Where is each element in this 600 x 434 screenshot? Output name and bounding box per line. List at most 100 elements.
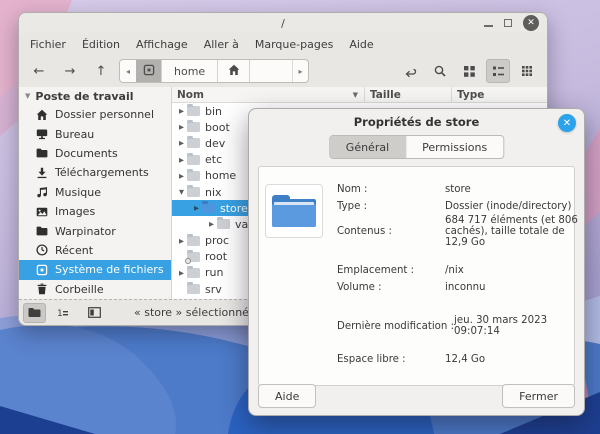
sidebar-item-telechargements[interactable]: Téléchargements <box>19 163 171 182</box>
sidebar-item-recent[interactable]: Récent <box>19 241 171 260</box>
field-value: inconnu <box>445 282 582 293</box>
dialog-buttons: Aide Fermer <box>258 384 575 408</box>
column-header-type[interactable]: Type <box>452 87 547 102</box>
breadcrumb-next-button[interactable]: ▸ <box>292 60 308 82</box>
expander-icon[interactable]: ▶ <box>176 269 187 277</box>
compact-view-icon <box>521 65 533 77</box>
column-header-name[interactable]: Nom ▼ <box>172 87 365 102</box>
search-button[interactable] <box>428 59 452 83</box>
column-label: Taille <box>370 89 401 101</box>
maximize-button[interactable] <box>504 19 512 27</box>
folder-icon <box>187 284 200 294</box>
sidebar-item-images[interactable]: Images <box>19 202 171 221</box>
minimize-button[interactable] <box>484 25 493 27</box>
sidebar-item-warpinator[interactable]: Warpinator <box>19 221 171 240</box>
expander-icon[interactable]: ▼ <box>176 188 187 196</box>
close-dialog-button[interactable]: Fermer <box>502 384 575 408</box>
tree-row-label: dev <box>205 137 225 150</box>
dialog-title: Propriétés de store <box>249 115 584 129</box>
folder-icon <box>187 155 200 165</box>
expander-icon[interactable]: ▶ <box>176 123 187 131</box>
compact-view-button[interactable] <box>515 59 539 83</box>
sidebar-item-corbeille[interactable]: Corbeille <box>19 280 171 299</box>
field-label: Emplacement : <box>337 265 445 276</box>
tree-row-label: etc <box>205 153 222 166</box>
column-label: Nom <box>177 89 204 101</box>
folder-icon <box>35 147 48 160</box>
sidebar-section-computer[interactable]: ▼ Poste de travail <box>19 87 171 105</box>
image-icon <box>35 205 48 218</box>
field-label: Contenus : <box>337 226 445 237</box>
dialog-fields: Nom :storeType :Dossier (inode/directory… <box>337 181 582 368</box>
emblem-icon <box>185 258 191 264</box>
computer-icon <box>35 263 48 276</box>
dialog-close-button[interactable]: ✕ <box>558 114 576 132</box>
folder-icon <box>187 106 200 116</box>
download-icon <box>35 166 48 179</box>
forward-button[interactable]: → <box>58 59 82 83</box>
folder-icon <box>187 268 200 278</box>
music-icon <box>35 186 48 199</box>
expander-icon[interactable]: ▶ <box>176 156 187 164</box>
folder-icon <box>28 307 41 318</box>
expander-icon[interactable]: ▶ <box>176 139 187 147</box>
sidebar-item-label: Dossier personnel <box>55 108 154 121</box>
clock-icon <box>35 244 48 257</box>
sidebar-item-bureau[interactable]: Bureau <box>19 124 171 143</box>
breadcrumb-root-button[interactable] <box>136 60 162 82</box>
folder-icon <box>187 138 200 148</box>
icon-view-button[interactable] <box>457 59 481 83</box>
tree-row-label: boot <box>205 121 230 134</box>
sidebar-item-label: Système de fichiers <box>55 263 164 276</box>
sidebar-item-musique[interactable]: Musique <box>19 183 171 202</box>
close-button[interactable]: ✕ <box>523 15 539 31</box>
menu-aide[interactable]: Aide <box>349 38 373 51</box>
search-icon <box>433 64 447 78</box>
folder-icon <box>202 203 215 213</box>
tree-row-label: root <box>205 250 227 263</box>
folder-icon <box>187 252 200 262</box>
field-value: jeu. 30 mars 2023 09:07:14 <box>454 315 582 337</box>
toggle-treeview-button[interactable]: 1 <box>51 303 74 323</box>
breadcrumb-prev-button[interactable]: ◂ <box>120 60 136 82</box>
menu-marque-pages[interactable]: Marque-pages <box>255 38 333 51</box>
menu-edition[interactable]: Édition <box>82 38 120 51</box>
column-headers: Nom ▼ Taille Type <box>172 87 547 103</box>
expander-icon[interactable]: ▶ <box>176 237 187 245</box>
field-label: Dernière modification : <box>337 321 454 332</box>
titlebar[interactable]: / ✕ <box>19 13 547 33</box>
tree-row-label: proc <box>205 234 229 247</box>
expander-icon[interactable]: ▶ <box>191 204 202 212</box>
field-label: Espace libre : <box>337 354 445 365</box>
tree-row-label: srv <box>205 283 222 296</box>
toggle-sidebar-button[interactable] <box>23 303 46 323</box>
menu-affichage[interactable]: Affichage <box>136 38 188 51</box>
sidebar-item-systeme-de-fichiers[interactable]: Système de fichiers <box>19 260 171 279</box>
toggle-statusbar-button[interactable] <box>83 303 106 323</box>
sidebar-item-dossier-personnel[interactable]: Dossier personnel <box>19 105 171 124</box>
column-header-size[interactable]: Taille <box>365 87 452 102</box>
expander-icon[interactable]: ▶ <box>176 172 187 180</box>
sidebar-item-label: Corbeille <box>55 283 104 296</box>
tab-permissions[interactable]: Permissions <box>405 136 503 158</box>
up-button[interactable]: ↑ <box>89 59 113 83</box>
toggle-location-entry-button[interactable] <box>399 59 423 83</box>
back-button[interactable]: ← <box>27 59 51 83</box>
expander-icon[interactable]: ▶ <box>176 107 187 115</box>
menu-fichier[interactable]: Fichier <box>30 38 66 51</box>
breadcrumb-user-button[interactable] <box>218 60 250 82</box>
field-label: Nom : <box>337 184 445 195</box>
list-view-button[interactable] <box>486 59 510 83</box>
help-button[interactable]: Aide <box>258 384 316 408</box>
tree-row-label: home <box>205 169 236 182</box>
sidebar-item-documents[interactable]: Documents <box>19 144 171 163</box>
sidebar-item-label: Musique <box>55 186 101 199</box>
tab-general[interactable]: Général <box>330 136 405 158</box>
field-label: Type : <box>337 201 445 212</box>
breadcrumb-home-button[interactable]: home <box>162 60 218 82</box>
field-espace-libre: Espace libre :12,4 Go <box>337 351 582 368</box>
home-icon <box>35 108 48 121</box>
menu-aller-a[interactable]: Aller à <box>204 38 239 51</box>
expander-icon[interactable]: ▶ <box>206 220 217 228</box>
field-value: Dossier (inode/directory) <box>445 201 582 212</box>
